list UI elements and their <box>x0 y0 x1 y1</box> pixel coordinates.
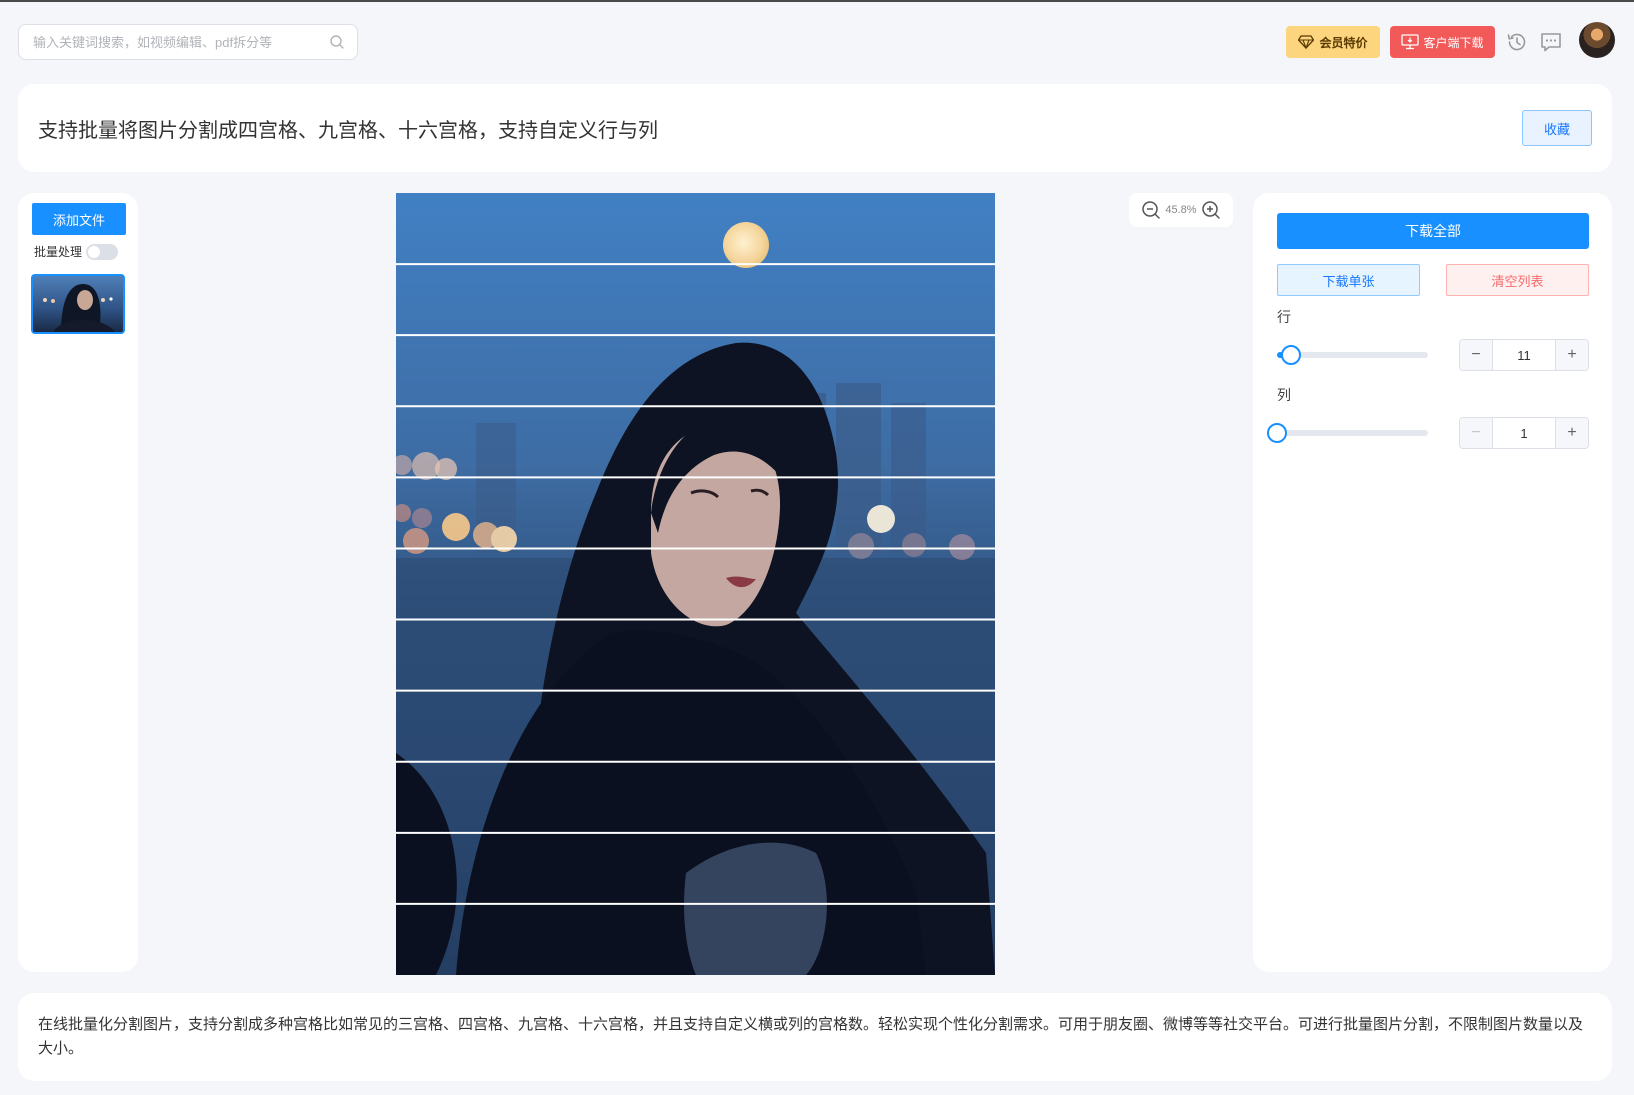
rows-slider[interactable] <box>1277 345 1428 365</box>
window-top-border <box>0 0 1634 2</box>
rows-decrement-button[interactable]: − <box>1460 340 1493 370</box>
rows-label: 行 <box>1277 309 1291 325</box>
rows-input[interactable] <box>1493 340 1555 370</box>
cols-stepper[interactable]: − + <box>1459 417 1589 449</box>
diamond-icon <box>1298 35 1315 49</box>
rows-slider-handle[interactable] <box>1280 345 1301 365</box>
rows-increment-button[interactable]: + <box>1555 340 1588 370</box>
tool-description: 在线批量化分割图片，支持分割成多种宫格比如常见的三宫格、四宫格、九宫格、十六宫格… <box>38 1016 1584 1057</box>
download-single-button[interactable]: 下载单张 <box>1277 264 1420 296</box>
batch-process-toggle[interactable] <box>86 243 119 260</box>
cols-slider-handle[interactable] <box>1267 423 1287 443</box>
download-all-button[interactable]: 下载全部 <box>1277 213 1589 249</box>
favorite-button[interactable]: 收藏 <box>1522 110 1592 146</box>
cols-increment-button[interactable]: + <box>1555 418 1588 448</box>
cols-slider[interactable] <box>1267 423 1428 443</box>
clear-list-button[interactable]: 清空列表 <box>1446 264 1589 296</box>
image-preview <box>396 193 995 975</box>
image-thumbnail[interactable] <box>31 274 125 334</box>
search-icon[interactable] <box>329 34 345 50</box>
zoom-in-icon[interactable] <box>1201 200 1221 220</box>
cols-input[interactable] <box>1493 418 1555 448</box>
add-file-button[interactable]: 添加文件 <box>32 203 126 235</box>
monitor-icon <box>1401 34 1420 50</box>
settings-panel: 下载全部 下载单张 清空列表 行 − + 列 − + <box>1253 193 1612 972</box>
zoom-out-icon[interactable] <box>1141 200 1161 220</box>
search-input[interactable] <box>33 34 329 50</box>
tool-description-card: 在线批量化分割图片，支持分割成多种宫格比如常见的三宫格、四宫格、九宫格、十六宫格… <box>18 993 1612 1081</box>
cols-label: 列 <box>1277 387 1291 403</box>
history-icon[interactable] <box>1505 30 1529 54</box>
batch-process-label: 批量处理 <box>34 245 83 259</box>
user-avatar[interactable] <box>1579 22 1615 58</box>
client-download-label: 客户端下载 <box>1423 35 1484 50</box>
search-box[interactable] <box>18 24 358 60</box>
vip-offer-label: 会员特价 <box>1319 35 1368 50</box>
cols-decrement-button[interactable]: − <box>1460 418 1493 448</box>
file-list-panel: 添加文件 批量处理 <box>18 193 138 972</box>
tool-title-card: 支持批量将图片分割成四宫格、九宫格、十六宫格，支持自定义行与列 收藏 <box>18 84 1612 172</box>
rows-stepper[interactable]: − + <box>1459 339 1589 371</box>
page-title: 支持批量将图片分割成四宫格、九宫格、十六宫格，支持自定义行与列 <box>38 120 658 142</box>
zoom-level: 45.8% <box>1165 204 1197 216</box>
thumbnail-image <box>33 276 123 332</box>
client-download-button[interactable]: 客户端下载 <box>1390 26 1495 58</box>
vip-offer-button[interactable]: 会员特价 <box>1286 26 1380 58</box>
message-icon[interactable] <box>1539 30 1563 54</box>
preview-image <box>396 193 995 975</box>
zoom-control: 45.8% <box>1129 193 1233 227</box>
batch-process-row: 批量处理 <box>34 243 119 260</box>
